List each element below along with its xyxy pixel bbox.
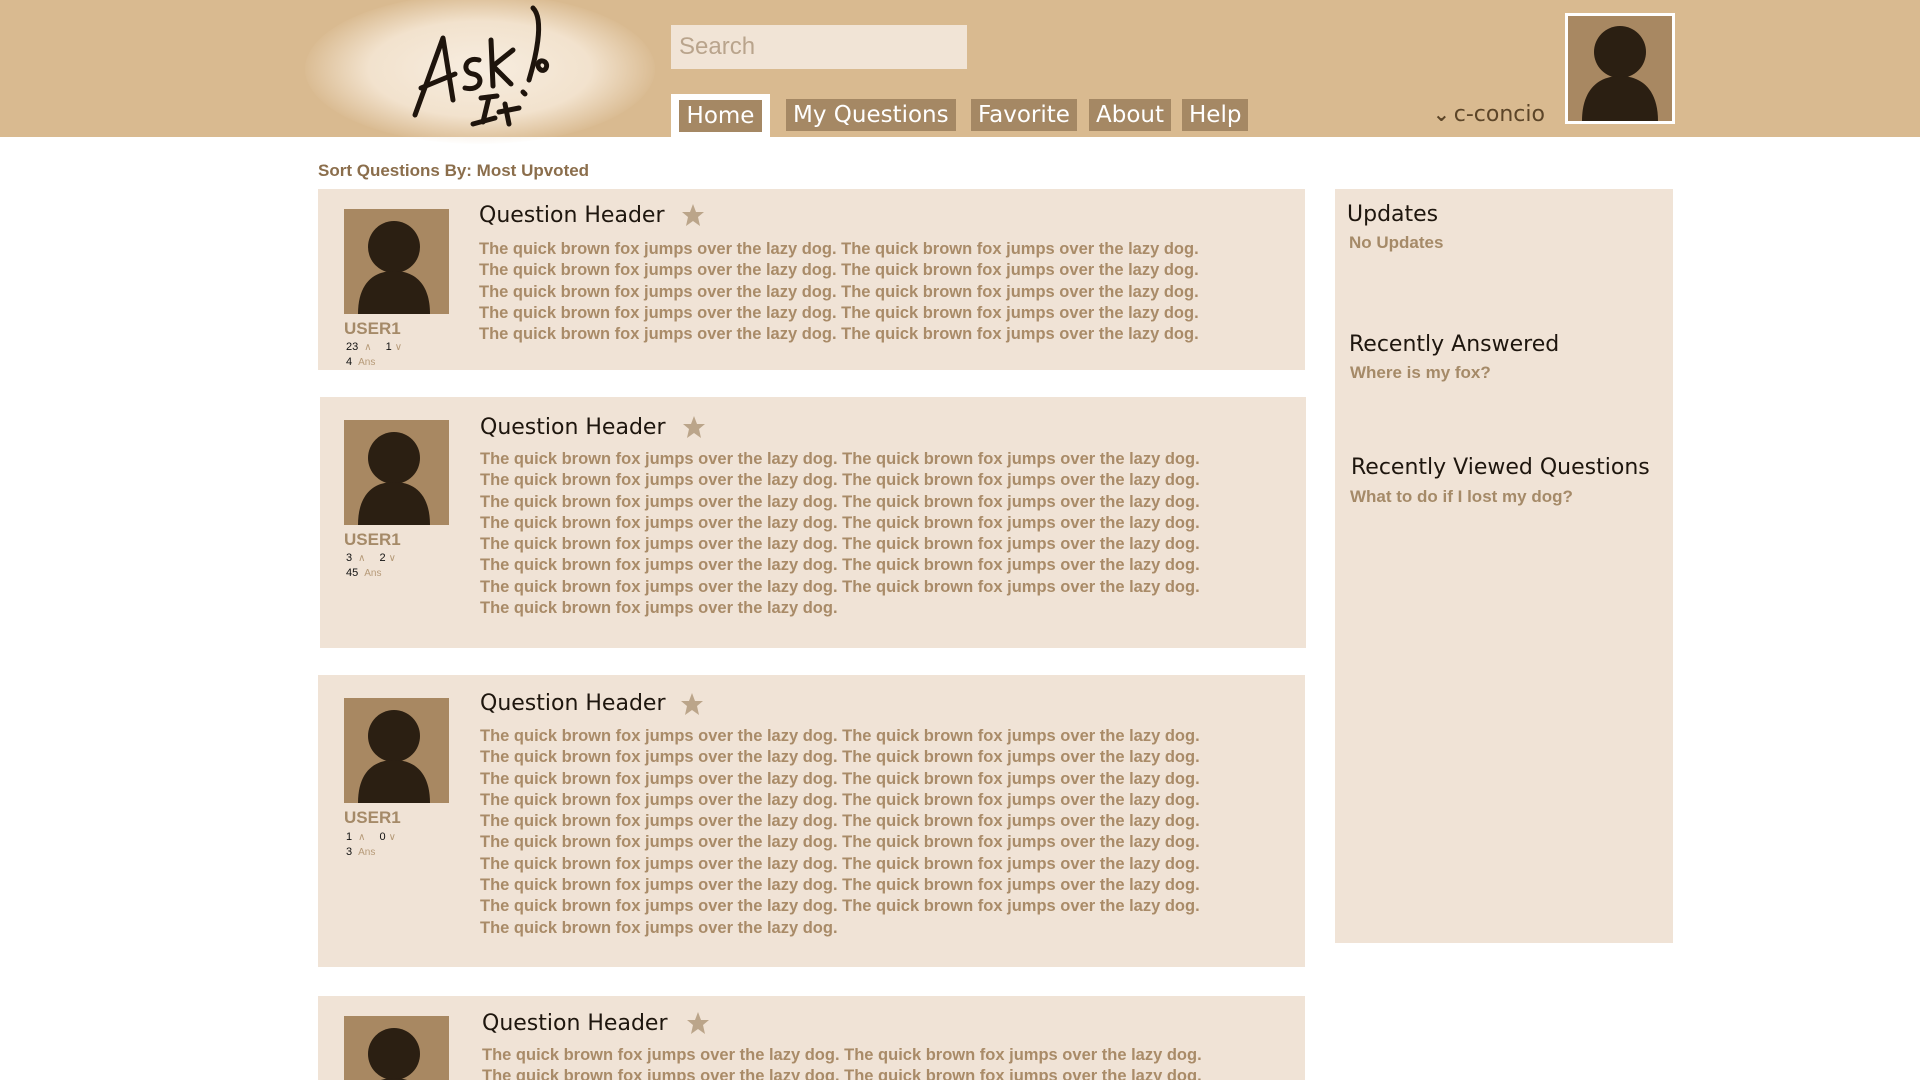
up-chevron-icon[interactable]: ∧ (358, 832, 365, 843)
tab-my-questions[interactable]: My Questions (786, 99, 956, 131)
question-title[interactable]: Question Header (480, 415, 666, 440)
body-line: The quick brown fox jumps over the lazy … (480, 471, 1200, 490)
question-avatar[interactable] (344, 420, 449, 525)
body-line: The quick brown fox jumps over the lazy … (480, 556, 1200, 575)
vote-stats: 1 ∧ 0 ∨ 3 Ans (346, 830, 396, 860)
user-avatar[interactable] (1565, 13, 1675, 124)
body-line: The quick brown fox jumps over the lazy … (480, 599, 838, 618)
answers-label: Ans (364, 568, 382, 579)
tab-about[interactable]: About (1089, 99, 1172, 131)
upvote-count: 3 (346, 552, 353, 564)
chevron-down-icon: ⌄ (1433, 102, 1450, 126)
body-line: The quick brown fox jumps over the lazy … (480, 769, 1200, 788)
recently-answered-heading: Recently Answered (1349, 332, 1560, 357)
question-card[interactable]: USER1 3 ∧ 2 ∨ 45 Ans Question Header The qui… (320, 397, 1306, 648)
search-input[interactable] (671, 25, 967, 69)
body-line: The quick brown fox jumps over the lazy … (479, 282, 1199, 301)
question-title[interactable]: Question Header (480, 691, 666, 716)
down-chevron-icon[interactable]: ∨ (389, 832, 396, 843)
star-icon[interactable] (686, 1011, 710, 1035)
question-author[interactable]: USER1 (344, 808, 401, 828)
downvote-count: 2 (379, 552, 386, 564)
body-line: The quick brown fox jumps over the lazy … (479, 240, 1199, 258)
question-body: The quick brown fox jumps over the lazy … (480, 449, 1300, 619)
question-body: The quick brown fox jumps over the lazy … (480, 726, 1300, 939)
question-title[interactable]: Question Header (482, 1011, 668, 1036)
tab-favorite[interactable]: Favorite (971, 99, 1077, 131)
body-line: The quick brown fox jumps over the lazy … (480, 748, 1200, 767)
username-label: c-concio (1453, 102, 1545, 127)
up-chevron-icon[interactable]: ∧ (364, 342, 371, 353)
question-avatar[interactable] (344, 698, 449, 803)
avatar-silhouette-icon (358, 710, 430, 803)
answers-label: Ans (358, 357, 376, 368)
body-line: The quick brown fox jumps over the lazy … (480, 450, 1200, 468)
updates-heading: Updates (1347, 202, 1439, 227)
body-line: The quick brown fox jumps over the lazy … (480, 897, 1200, 916)
site-header: Home My Questions Favorite About Help ⌄c… (0, 0, 1920, 144)
body-line: The quick brown fox jumps over the lazy … (480, 727, 1200, 745)
question-title[interactable]: Question Header (479, 203, 665, 228)
recently-viewed-heading: Recently Viewed Questions (1351, 455, 1650, 480)
downvote-count: 1 (385, 341, 392, 353)
body-line: The quick brown fox jumps over the lazy … (480, 876, 1200, 895)
avatar-silhouette-icon (1582, 26, 1658, 121)
sort-selector[interactable]: Sort Questions By: Most Upvoted (318, 161, 589, 181)
down-chevron-icon[interactable]: ∨ (395, 342, 402, 353)
answers-label: Ans (358, 847, 376, 858)
question-author[interactable]: USER1 (344, 530, 401, 550)
updates-text: No Updates (1349, 233, 1444, 252)
body-line: The quick brown fox jumps over the lazy … (482, 1046, 1202, 1064)
question-body: The quick brown fox jumps over the lazy … (482, 1045, 1302, 1080)
body-line: The quick brown fox jumps over the lazy … (482, 1067, 1202, 1080)
question-card[interactable]: USER1 23 ∧ 1 ∨ 4 Ans Question Header The qui… (318, 189, 1305, 370)
body-line: The quick brown fox jumps over the lazy … (480, 577, 1200, 596)
star-icon[interactable] (680, 692, 704, 716)
logo-mark (412, 5, 550, 127)
question-avatar[interactable] (344, 1016, 449, 1080)
up-chevron-icon[interactable]: ∧ (358, 553, 365, 564)
avatar-silhouette-icon (358, 432, 430, 525)
upvote-count: 23 (346, 341, 359, 353)
body-line: The quick brown fox jumps over the lazy … (480, 918, 838, 937)
site-logo[interactable] (395, 0, 570, 137)
body-line: The quick brown fox jumps over the lazy … (480, 492, 1200, 511)
star-icon[interactable] (681, 203, 705, 227)
upvote-count: 1 (346, 831, 353, 843)
question-avatar[interactable] (344, 209, 449, 314)
body-line: The quick brown fox jumps over the lazy … (480, 812, 1200, 831)
answer-count: 45 (346, 567, 359, 579)
body-line: The quick brown fox jumps over the lazy … (480, 790, 1200, 809)
avatar-silhouette-icon (368, 1028, 420, 1080)
body-line: The quick brown fox jumps over the lazy … (479, 261, 1199, 280)
body-line: The quick brown fox jumps over the lazy … (479, 303, 1199, 322)
recently-viewed-link[interactable]: What to do if I lost my dog? (1350, 487, 1573, 507)
tab-home[interactable]: Home (679, 100, 762, 132)
down-chevron-icon[interactable]: ∨ (389, 553, 396, 564)
question-card[interactable]: Question Header The quick brown fox jump… (318, 996, 1305, 1080)
answer-count: 4 (346, 356, 353, 368)
sidebar-panel: Updates No Updates Recently Answered Whe… (1335, 189, 1673, 943)
vote-stats: 23 ∧ 1 ∨ 4 Ans (346, 340, 402, 370)
star-icon[interactable] (682, 415, 706, 439)
recently-answered-link[interactable]: Where is my fox? (1350, 363, 1491, 383)
body-line: The quick brown fox jumps over the lazy … (480, 833, 1200, 852)
tab-help[interactable]: Help (1182, 99, 1249, 131)
tab-home-wrapper: Home (671, 94, 770, 137)
question-body: The quick brown fox jumps over the lazy … (479, 239, 1299, 345)
answer-count: 3 (346, 846, 353, 858)
question-author[interactable]: USER1 (344, 319, 401, 339)
body-line: The quick brown fox jumps over the lazy … (480, 513, 1200, 532)
vote-stats: 3 ∧ 2 ∨ 45 Ans (346, 551, 396, 581)
question-card[interactable]: USER1 1 ∧ 0 ∨ 3 Ans Question Header The quic… (318, 675, 1305, 967)
body-line: The quick brown fox jumps over the lazy … (480, 535, 1200, 554)
downvote-count: 0 (379, 831, 386, 843)
avatar-silhouette-icon (358, 221, 430, 314)
body-line: The quick brown fox jumps over the lazy … (480, 854, 1200, 873)
user-menu[interactable]: ⌄ c-concio (1433, 99, 1545, 129)
body-line: The quick brown fox jumps over the lazy … (479, 325, 1199, 344)
